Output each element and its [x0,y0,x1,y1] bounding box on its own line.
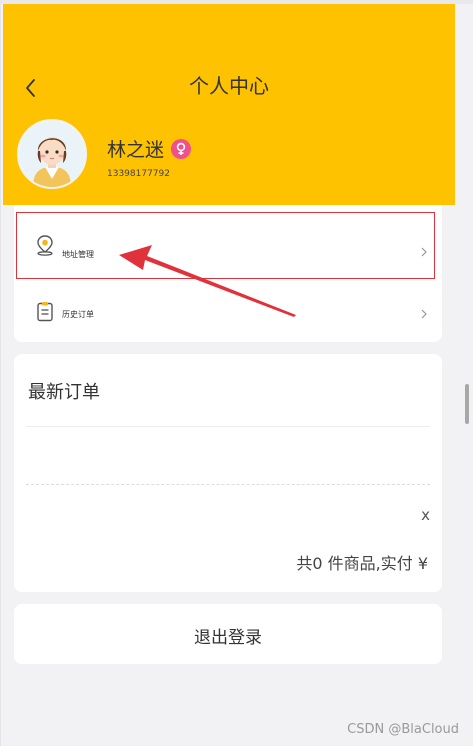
watermark: CSDN @BlaCloud [347,722,459,737]
user-phone: 13398177792 [107,169,170,179]
location-pin-icon [37,235,53,256]
menu-item-label: 历史订单 [62,310,94,319]
dashed-divider [26,484,430,485]
header: 个人中心 林之迷 13398177792 [3,4,455,205]
orders-title: 最新订单 [28,382,100,403]
avatar[interactable] [17,119,87,189]
female-icon [171,139,191,159]
page-title: 个人中心 [189,74,269,98]
menu-item-label: 地址管理 [62,250,94,259]
avatar-image [19,121,85,187]
clipboard-icon [37,302,53,322]
logout-button[interactable]: 退出登录 [14,604,442,664]
order-summary: 共0 件商品,实付 ¥ [296,554,428,573]
menu-card: 地址管理 历史订单 [14,205,442,342]
scrollbar-thumb[interactable] [465,384,469,424]
menu-item-address[interactable]: 地址管理 [14,213,442,277]
chevron-right-icon [421,247,427,257]
logout-label: 退出登录 [194,628,262,648]
divider [26,426,430,427]
close-button[interactable]: x [421,506,430,524]
chevron-right-icon [421,309,427,319]
user-name: 林之迷 [107,139,165,161]
menu-item-history[interactable]: 历史订单 [14,278,442,342]
latest-orders-card: 最新订单 x 共0 件商品,实付 ¥ [14,354,442,592]
